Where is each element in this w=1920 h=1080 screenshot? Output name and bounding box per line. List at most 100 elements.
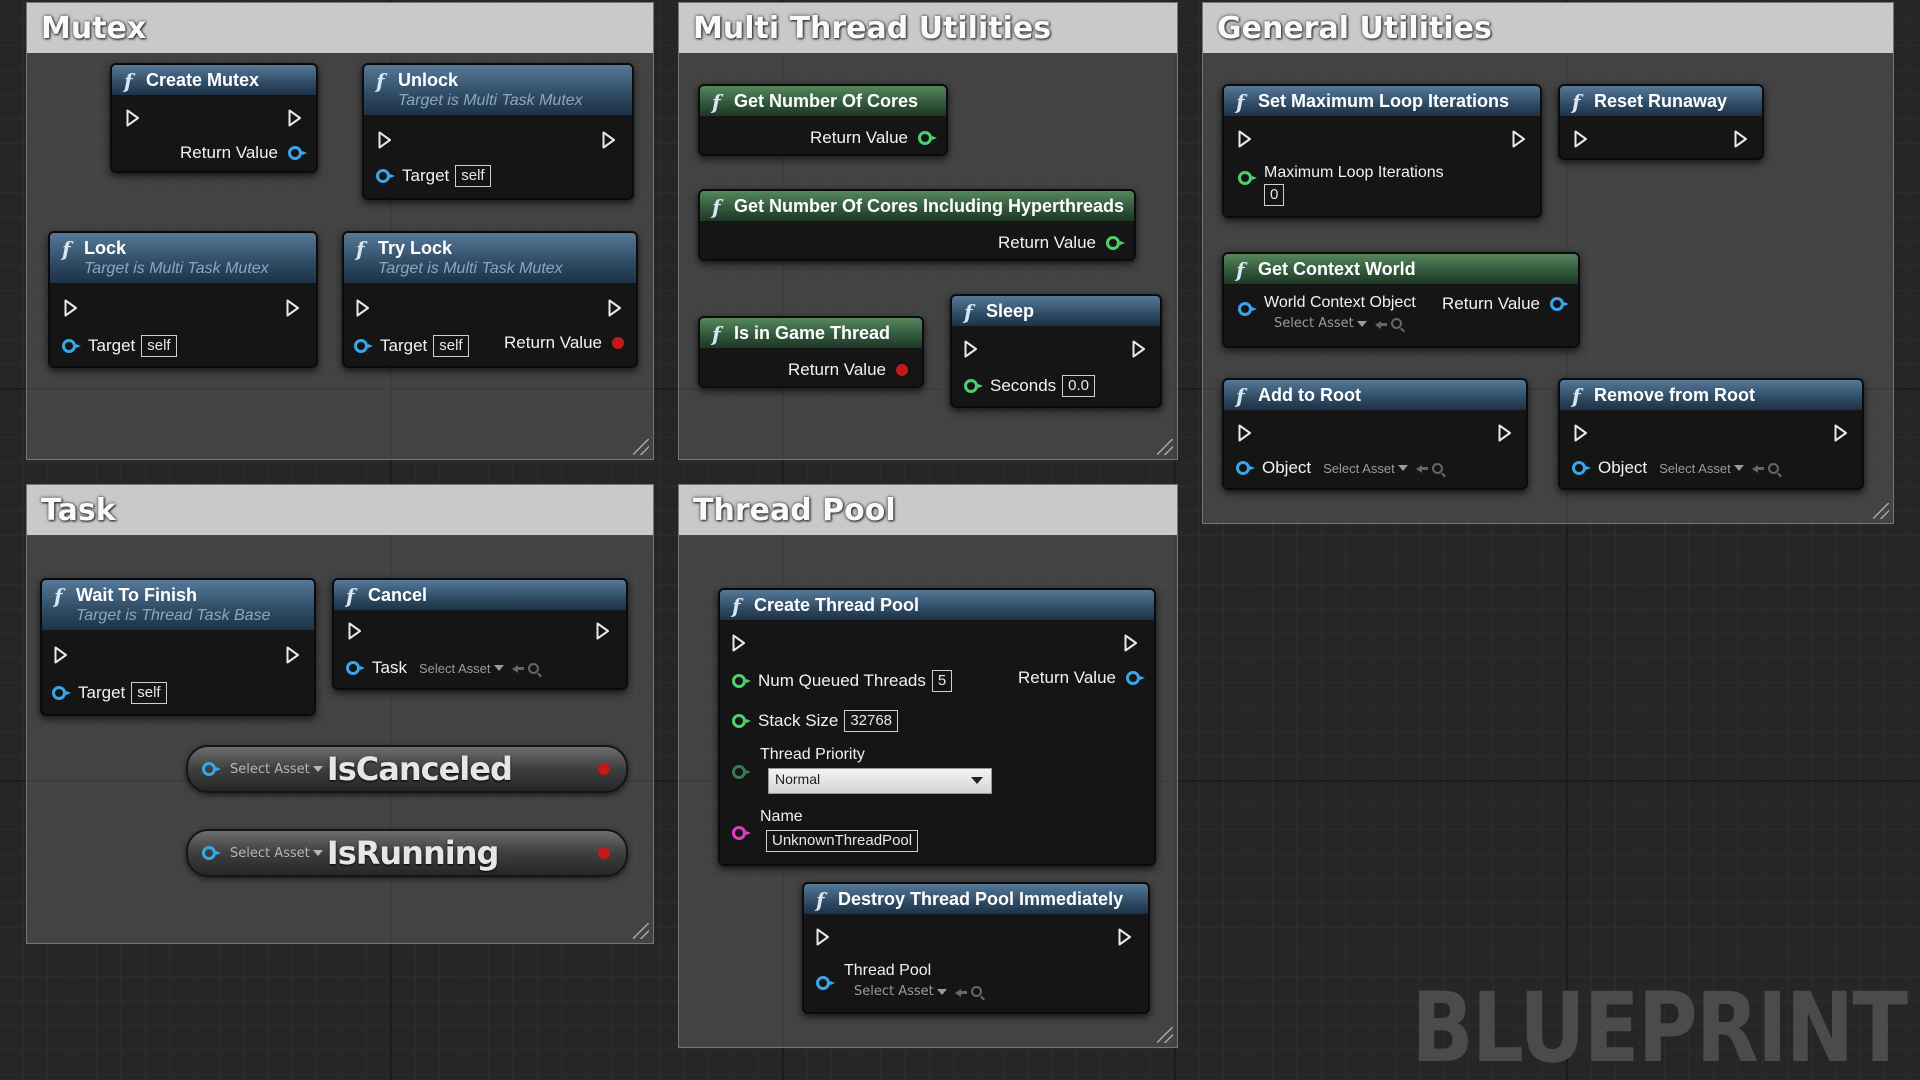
- object-pin-icon[interactable]: [202, 846, 221, 860]
- node-create-thread-pool[interactable]: f Create Thread Pool Num Queued Threads 5 …: [718, 588, 1156, 866]
- num-queued-threads-input[interactable]: 5: [931, 670, 953, 692]
- exec-in-pin-icon[interactable]: [64, 299, 78, 317]
- resize-handle-icon[interactable]: [1157, 439, 1173, 455]
- exec-in-pin-icon[interactable]: [54, 646, 68, 664]
- bool-pin-icon[interactable]: [598, 847, 610, 859]
- seconds-input[interactable]: 0.0: [1062, 375, 1096, 397]
- use-selected-icon[interactable]: [954, 987, 967, 997]
- string-pin-icon[interactable]: [732, 826, 751, 840]
- node-cancel[interactable]: f Cancel Task Select Asset: [332, 578, 628, 690]
- use-selected-icon[interactable]: [1374, 319, 1387, 329]
- exec-in-pin-icon[interactable]: [378, 131, 392, 149]
- exec-in-pin-icon[interactable]: [356, 299, 370, 317]
- exec-out-pin-icon[interactable]: [288, 109, 302, 127]
- default-value-box[interactable]: self: [131, 682, 167, 704]
- default-value-box[interactable]: self: [141, 335, 177, 357]
- object-pin-icon[interactable]: [1126, 671, 1145, 685]
- browse-icon[interactable]: [527, 662, 539, 674]
- exec-out-pin-icon[interactable]: [596, 622, 610, 640]
- resize-handle-icon[interactable]: [633, 923, 649, 939]
- exec-out-pin-icon[interactable]: [1734, 130, 1748, 148]
- node-get-number-of-cores-ht[interactable]: f Get Number Of Cores Including Hyperthre…: [698, 189, 1136, 261]
- select-asset-dropdown[interactable]: Select Asset: [230, 846, 310, 861]
- node-lock[interactable]: f Lock Target is Multi Task Mutex Target se…: [48, 231, 318, 368]
- node-wait-to-finish[interactable]: f Wait To Finish Target is Thread Task Bas…: [40, 578, 316, 716]
- chevron-down-icon[interactable]: [312, 850, 323, 856]
- object-pin-icon[interactable]: [816, 976, 835, 990]
- bool-pin-icon[interactable]: [598, 763, 610, 775]
- use-selected-icon[interactable]: [511, 663, 524, 673]
- int-pin-icon[interactable]: [732, 714, 751, 728]
- enum-pin-icon[interactable]: [732, 765, 751, 779]
- default-value-box[interactable]: self: [455, 165, 491, 187]
- int-pin-icon[interactable]: [918, 131, 937, 145]
- exec-out-pin-icon[interactable]: [1118, 928, 1132, 946]
- object-pin-icon[interactable]: [62, 339, 81, 353]
- exec-in-pin-icon[interactable]: [964, 340, 978, 358]
- node-add-to-root[interactable]: f Add to Root Object Select Asset: [1222, 378, 1528, 490]
- use-selected-icon[interactable]: [1415, 463, 1428, 473]
- select-asset-dropdown[interactable]: Select Asset: [1323, 461, 1395, 476]
- object-pin-icon[interactable]: [1238, 302, 1257, 316]
- bool-pin-icon[interactable]: [896, 364, 908, 376]
- node-destroy-thread-pool[interactable]: f Destroy Thread Pool Immediately Thread …: [802, 882, 1150, 1014]
- int-pin-icon[interactable]: [1238, 171, 1257, 185]
- object-pin-icon[interactable]: [1572, 461, 1591, 475]
- browse-icon[interactable]: [1390, 318, 1402, 329]
- exec-out-pin-icon[interactable]: [286, 299, 300, 317]
- chevron-down-icon[interactable]: [971, 777, 983, 784]
- resize-handle-icon[interactable]: [633, 439, 649, 455]
- chevron-down-icon[interactable]: [493, 665, 504, 671]
- exec-in-pin-icon[interactable]: [126, 109, 140, 127]
- node-sleep[interactable]: f Sleep Seconds 0.0: [950, 294, 1162, 408]
- browse-icon[interactable]: [1767, 462, 1779, 474]
- resize-handle-icon[interactable]: [1157, 1027, 1173, 1043]
- select-asset-dropdown[interactable]: Select Asset: [1659, 461, 1731, 476]
- default-value-box[interactable]: self: [433, 335, 469, 357]
- chevron-down-icon[interactable]: [312, 766, 323, 772]
- use-selected-icon[interactable]: [1751, 463, 1764, 473]
- exec-in-pin-icon[interactable]: [1574, 424, 1588, 442]
- node-is-canceled[interactable]: Select Asset IsCanceled: [186, 745, 628, 793]
- node-reset-runaway[interactable]: f Reset Runaway: [1558, 84, 1764, 160]
- resize-handle-icon[interactable]: [1873, 503, 1889, 519]
- node-create-mutex[interactable]: f Create Mutex Return Value: [110, 63, 318, 173]
- object-pin-icon[interactable]: [1550, 297, 1569, 311]
- object-pin-icon[interactable]: [52, 686, 71, 700]
- chevron-down-icon[interactable]: [1356, 320, 1367, 327]
- bool-pin-icon[interactable]: [612, 337, 624, 349]
- name-input[interactable]: UnknownThreadPool: [766, 830, 919, 852]
- exec-out-pin-icon[interactable]: [286, 646, 300, 664]
- node-set-max-loop-iterations[interactable]: f Set Maximum Loop Iterations Maximum Loo…: [1222, 84, 1542, 218]
- node-get-number-of-cores[interactable]: f Get Number Of Cores Return Value: [698, 84, 948, 156]
- exec-out-pin-icon[interactable]: [1124, 634, 1138, 652]
- object-pin-icon[interactable]: [346, 661, 365, 675]
- exec-out-pin-icon[interactable]: [1512, 130, 1526, 148]
- node-get-context-world[interactable]: f Get Context World World Context Object …: [1222, 252, 1580, 348]
- max-loop-input[interactable]: 0: [1264, 184, 1285, 206]
- select-asset-dropdown[interactable]: Select Asset: [230, 762, 310, 777]
- exec-in-pin-icon[interactable]: [348, 622, 362, 640]
- thread-priority-dropdown[interactable]: Normal: [768, 768, 992, 794]
- node-is-running[interactable]: Select Asset IsRunning: [186, 829, 628, 877]
- exec-in-pin-icon[interactable]: [1238, 424, 1252, 442]
- node-remove-from-root[interactable]: f Remove from Root Object Select Asset: [1558, 378, 1864, 490]
- select-asset-dropdown[interactable]: Select Asset: [419, 661, 491, 676]
- node-try-lock[interactable]: f Try Lock Target is Multi Task Mutex Targ…: [342, 231, 638, 368]
- int-pin-icon[interactable]: [732, 674, 751, 688]
- chevron-down-icon[interactable]: [1733, 465, 1744, 471]
- object-pin-icon[interactable]: [288, 146, 307, 160]
- browse-icon[interactable]: [970, 986, 982, 997]
- float-pin-icon[interactable]: [964, 379, 983, 393]
- browse-icon[interactable]: [1431, 462, 1443, 474]
- node-unlock[interactable]: f Unlock Target is Multi Task Mutex Target…: [362, 63, 634, 200]
- exec-in-pin-icon[interactable]: [1574, 130, 1588, 148]
- chevron-down-icon[interactable]: [936, 988, 947, 995]
- exec-out-pin-icon[interactable]: [1132, 340, 1146, 358]
- object-pin-icon[interactable]: [1236, 461, 1255, 475]
- stack-size-input[interactable]: 32768: [844, 710, 899, 732]
- node-is-in-game-thread[interactable]: f Is in Game Thread Return Value: [698, 316, 924, 388]
- object-pin-icon[interactable]: [202, 762, 221, 776]
- object-pin-icon[interactable]: [354, 339, 373, 353]
- select-asset-dropdown[interactable]: Select Asset: [1274, 316, 1354, 331]
